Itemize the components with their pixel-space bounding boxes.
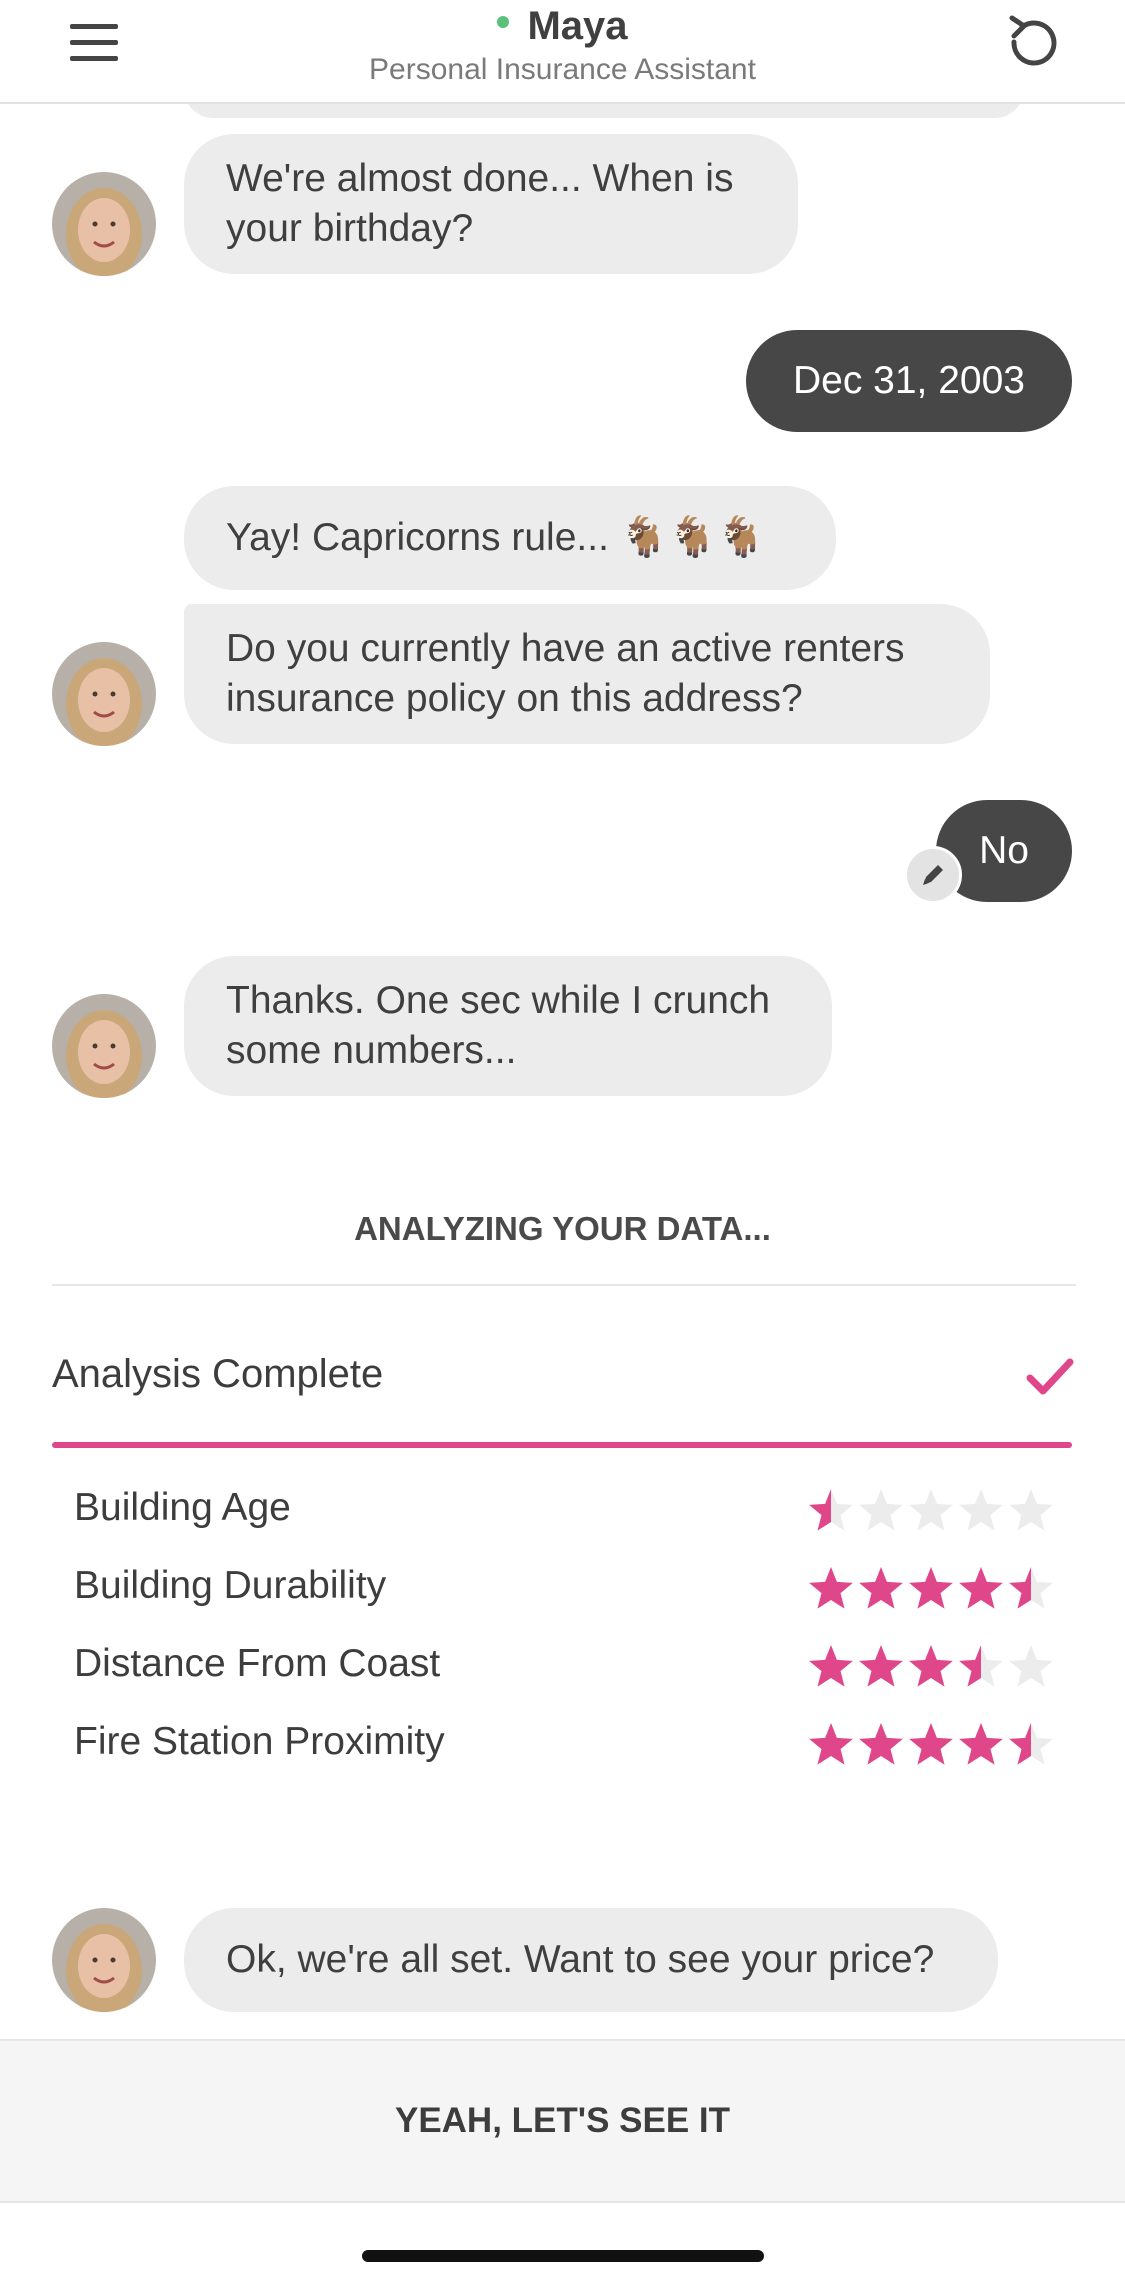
- star-filled-icon: [859, 1567, 903, 1609]
- assistant-message-bubble: We're almost done... When is your birthd…: [184, 134, 798, 274]
- message-text: We're almost done... When is your birthd…: [226, 157, 734, 250]
- assistant-role: Personal Insurance Assistant: [369, 53, 756, 86]
- refresh-icon: [1009, 15, 1057, 66]
- star-empty-icon: [859, 1489, 903, 1531]
- star-filled-icon: [809, 1723, 853, 1765]
- avatar: [52, 172, 156, 276]
- star-rating: [809, 1567, 1053, 1609]
- star-filled-icon: [909, 1567, 953, 1609]
- star-filled-icon: [959, 1567, 1003, 1609]
- rating-row: Fire Station Proximity: [74, 1714, 1074, 1774]
- user-message-bubble: Dec 31, 2003: [746, 330, 1072, 432]
- rating-label: Building Age: [74, 1486, 291, 1529]
- online-status-dot: [497, 16, 510, 29]
- rating-row: Distance From Coast: [74, 1636, 1074, 1696]
- rating-label: Building Durability: [74, 1564, 387, 1607]
- star-filled-icon: [909, 1723, 953, 1765]
- see-price-button[interactable]: YEAH, LET'S SEE IT: [0, 2039, 1125, 2203]
- assistant-message-bubble: Do you currently have an active renters …: [184, 604, 990, 744]
- analysis-status: Analysis Complete: [52, 1352, 384, 1396]
- home-indicator: [362, 2250, 764, 2262]
- message-text: Dec 31, 2003: [792, 359, 1025, 402]
- star-filled-icon: [859, 1645, 903, 1687]
- avatar: [52, 994, 156, 1098]
- star-filled-icon: [909, 1645, 953, 1687]
- star-rating: [809, 1645, 1053, 1687]
- star-filled-icon: [959, 1723, 1003, 1765]
- message-text: Do you currently have an active renters …: [226, 627, 905, 720]
- analysis-progress-bar: [52, 1442, 1072, 1448]
- star-filled-icon: [859, 1723, 903, 1765]
- check-icon: [1026, 1356, 1074, 1398]
- rating-label: Distance From Coast: [74, 1642, 441, 1685]
- assistant-message-bubble: Yay! Capricorns rule... 🐐🐐🐐: [184, 486, 836, 590]
- star-filled-icon: [809, 1645, 853, 1687]
- edit-answer-button[interactable]: [904, 846, 962, 904]
- analysis-title: ANALYZING YOUR DATA...: [354, 1210, 771, 1247]
- star-empty-icon: [1009, 1645, 1053, 1687]
- rating-row: Building Durability: [74, 1558, 1074, 1618]
- assistant-name-row: Maya: [0, 2, 1125, 50]
- assistant-message-bubble: Ok, we're all set. Want to see your pric…: [184, 1908, 998, 2012]
- star-rating: [809, 1489, 1053, 1531]
- assistant-name: Maya: [527, 4, 628, 48]
- chat-header: Maya Personal Insurance Assistant: [0, 0, 1125, 104]
- assistant-message-bubble: Thanks. One sec while I crunch some numb…: [184, 956, 832, 1096]
- message-text: Yay! Capricorns rule... 🐐🐐🐐: [226, 516, 766, 559]
- rating-label: Fire Station Proximity: [74, 1720, 445, 1763]
- star-rating: [809, 1723, 1053, 1765]
- divider: [52, 1284, 1076, 1286]
- message-text: Thanks. One sec while I crunch some numb…: [226, 979, 771, 1072]
- star-filled-icon: [809, 1567, 853, 1609]
- avatar: [52, 642, 156, 746]
- message-text: Ok, we're all set. Want to see your pric…: [226, 1938, 935, 1981]
- assistant-info: Maya Personal Insurance Assistant: [0, 0, 1125, 90]
- rating-row: Building Age: [74, 1480, 1074, 1540]
- avatar: [52, 1908, 156, 2012]
- restart-button[interactable]: [1000, 12, 1064, 76]
- star-empty-icon: [909, 1489, 953, 1531]
- star-empty-icon: [959, 1489, 1003, 1531]
- pencil-icon: [923, 865, 943, 885]
- message-text: No: [979, 829, 1029, 872]
- star-empty-icon: [1009, 1489, 1053, 1531]
